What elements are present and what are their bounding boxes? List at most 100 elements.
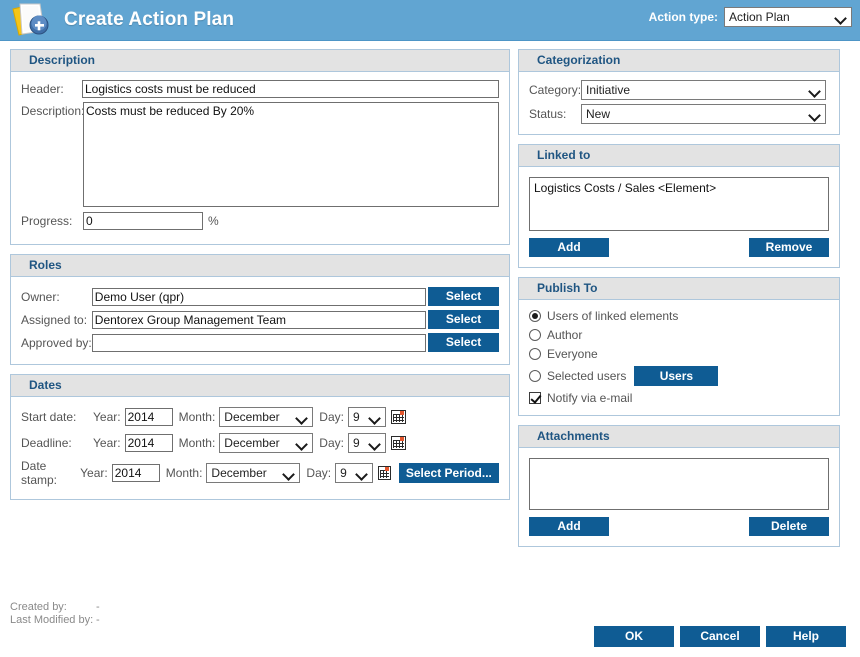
publish-option-author[interactable]: Author — [529, 328, 829, 342]
publish-option-users-of-linked-elements[interactable]: Users of linked elements — [529, 309, 829, 323]
last-modified-by-line: Last Modified by: - — [10, 614, 100, 627]
owner-select-button[interactable]: Select — [428, 287, 499, 306]
action-type-select[interactable]: Action Plan — [724, 7, 852, 27]
linked-to-panel-title: Linked to — [519, 145, 839, 167]
attachments-listbox[interactable] — [529, 458, 829, 510]
assigned-to-input[interactable] — [92, 311, 426, 329]
help-button[interactable]: Help — [766, 626, 846, 647]
date-stamp-year-input[interactable] — [112, 464, 160, 482]
deadline-row: Deadline: Year: Month: December Day: 9 — [21, 433, 499, 453]
progress-input[interactable] — [83, 212, 203, 230]
description-textarea[interactable]: Costs must be reduced By 20% — [83, 102, 499, 207]
description-panel: Description Header: Description: Costs m… — [10, 49, 510, 245]
notify-via-email-row[interactable]: Notify via e-mail — [529, 391, 829, 405]
status-label: Status: — [529, 107, 581, 121]
deadline-month-select[interactable]: December — [219, 433, 313, 453]
new-document-icon — [10, 1, 54, 39]
created-by-label: Created by: — [10, 601, 96, 614]
categorization-panel-title: Categorization — [519, 50, 839, 72]
radio-icon[interactable] — [529, 310, 541, 322]
left-column: Description Header: Description: Costs m… — [10, 49, 510, 556]
publish-to-panel: Publish To Users of linked elements Auth… — [518, 277, 840, 416]
start-date-month-select[interactable]: December — [219, 407, 313, 427]
footer-metadata: Created by: - Last Modified by: - — [10, 601, 100, 627]
linked-to-listbox[interactable]: Logistics Costs / Sales <Element> — [529, 177, 829, 231]
assigned-to-row: Assigned to: Select — [21, 310, 499, 329]
date-stamp-month-label: Month: — [166, 466, 203, 480]
title-bar: Create Action Plan Action type: Action P… — [0, 0, 860, 41]
list-item[interactable]: Logistics Costs / Sales <Element> — [534, 181, 824, 195]
radio-icon[interactable] — [529, 329, 541, 341]
publish-to-panel-title: Publish To — [519, 278, 839, 300]
attachments-panel: Attachments Add Delete — [518, 425, 840, 547]
roles-panel-title: Roles — [11, 255, 509, 277]
start-date-day-label: Day: — [319, 410, 344, 424]
category-row: Category: Initiative — [529, 80, 829, 100]
radio-icon[interactable] — [529, 370, 541, 382]
assigned-to-label: Assigned to: — [21, 313, 92, 327]
approved-by-row: Approved by: Select — [21, 333, 499, 352]
category-select[interactable]: Initiative — [581, 80, 826, 100]
checkbox-icon[interactable] — [529, 392, 541, 404]
description-panel-title: Description — [11, 50, 509, 72]
date-stamp-month-select[interactable]: December — [206, 463, 300, 483]
start-date-year-label: Year: — [93, 410, 121, 424]
status-row: Status: New — [529, 104, 829, 124]
start-date-year-input[interactable] — [125, 408, 173, 426]
select-period-button[interactable]: Select Period... — [399, 463, 499, 483]
last-modified-by-label: Last Modified by: — [10, 614, 96, 627]
publish-option-everyone[interactable]: Everyone — [529, 347, 829, 361]
linked-to-panel: Linked to Logistics Costs / Sales <Eleme… — [518, 144, 840, 268]
start-date-calendar-icon[interactable] — [391, 410, 406, 424]
owner-row: Owner: Select — [21, 287, 499, 306]
deadline-year-label: Year: — [93, 436, 121, 450]
roles-panel: Roles Owner: Select Assigned to: Select … — [10, 254, 510, 365]
status-select[interactable]: New — [581, 104, 826, 124]
attachments-add-button[interactable]: Add — [529, 517, 609, 536]
cancel-button[interactable]: Cancel — [680, 626, 760, 647]
notify-via-email-label: Notify via e-mail — [547, 391, 632, 405]
publish-option-label: Everyone — [547, 347, 598, 361]
category-label: Category: — [529, 83, 581, 97]
publish-option-label: Users of linked elements — [547, 309, 678, 323]
created-by-line: Created by: - — [10, 601, 100, 614]
publish-option-label: Author — [547, 328, 582, 342]
linked-to-remove-button[interactable]: Remove — [749, 238, 829, 257]
deadline-day-label: Day: — [319, 436, 344, 450]
users-button[interactable]: Users — [634, 366, 718, 386]
approved-by-label: Approved by: — [21, 336, 92, 350]
approved-by-select-button[interactable]: Select — [428, 333, 499, 352]
radio-icon[interactable] — [529, 348, 541, 360]
deadline-calendar-icon[interactable] — [391, 436, 406, 450]
publish-option-selected-users[interactable]: Selected users Users — [529, 366, 829, 386]
date-stamp-day-select[interactable]: 9 — [335, 463, 373, 483]
start-date-day-select[interactable]: 9 — [348, 407, 386, 427]
linked-to-button-row: Add Remove — [529, 238, 829, 257]
description-label: Description: — [21, 102, 83, 118]
start-date-month-label: Month: — [179, 410, 216, 424]
date-stamp-row: Date stamp: Year: Month: December Day: 9 — [21, 459, 499, 487]
header-input[interactable] — [82, 80, 499, 98]
date-stamp-calendar-icon[interactable] — [378, 466, 391, 480]
date-stamp-year-label: Year: — [80, 466, 108, 480]
action-type-label: Action type: — [649, 10, 718, 24]
deadline-day-select[interactable]: 9 — [348, 433, 386, 453]
attachments-delete-button[interactable]: Delete — [749, 517, 829, 536]
ok-button[interactable]: OK — [594, 626, 674, 647]
deadline-year-input[interactable] — [125, 434, 173, 452]
start-date-label: Start date: — [21, 410, 93, 424]
owner-input[interactable] — [92, 288, 426, 306]
dates-panel: Dates Start date: Year: Month: December … — [10, 374, 510, 500]
date-stamp-day-label: Day: — [306, 466, 331, 480]
action-type-group: Action type: Action Plan — [649, 7, 852, 27]
header-label: Header: — [21, 82, 82, 96]
page-title: Create Action Plan — [64, 9, 234, 31]
dates-panel-title: Dates — [11, 375, 509, 397]
description-row: Description: Costs must be reduced By 20… — [21, 102, 499, 207]
linked-to-add-button[interactable]: Add — [529, 238, 609, 257]
progress-row: Progress: % — [21, 212, 499, 230]
progress-unit: % — [208, 214, 219, 228]
categorization-panel: Categorization Category: Initiative Stat… — [518, 49, 840, 135]
approved-by-input[interactable] — [92, 334, 426, 352]
assigned-to-select-button[interactable]: Select — [428, 310, 499, 329]
